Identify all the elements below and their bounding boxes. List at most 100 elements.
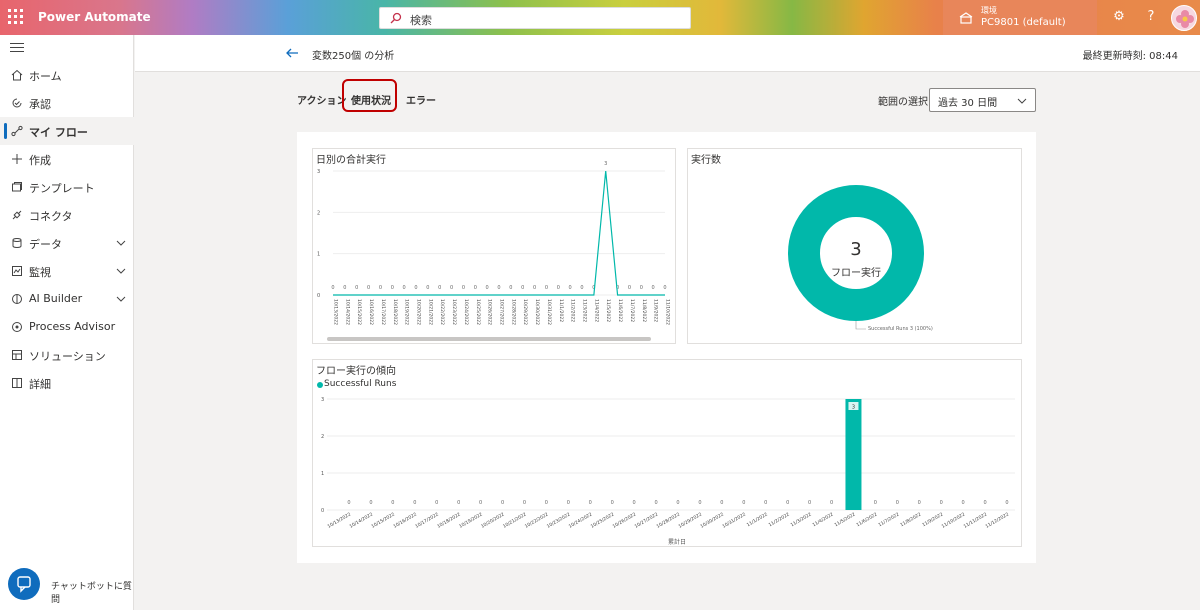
hamburger-menu-icon[interactable]: [10, 43, 24, 53]
x-tick-label: 10/24/2022: [568, 511, 594, 529]
bar-data-label: 0: [545, 500, 548, 506]
search-input[interactable]: 検索: [410, 12, 432, 28]
bar-data-label: 0: [918, 500, 921, 506]
x-tick-label: 11/8/2022: [641, 299, 647, 322]
chatbot-icon: [17, 576, 31, 593]
bar-data-label: 0: [435, 500, 438, 506]
bar-data-label: 0: [808, 500, 811, 506]
sidebar-item-solutions[interactable]: ソリューション: [0, 341, 134, 369]
sidebar: ホーム 承認 マイ フロー 作成 テンプレート コネクタ データ 監視 AI B…: [0, 35, 134, 610]
bar-data-label: 0: [589, 500, 592, 506]
donut-legend-label: Successful Runs 3 (100%): [868, 326, 933, 332]
x-tick-label: 11/10/2022: [941, 511, 967, 529]
bar-data-label: 0: [742, 500, 745, 506]
chatbot-label[interactable]: チャットボットに質問: [51, 579, 133, 605]
y-tick-label: 0: [317, 293, 320, 299]
sidebar-item-create[interactable]: 作成: [0, 145, 134, 173]
data-label: 0: [628, 285, 631, 291]
environment-icon: [959, 12, 973, 24]
bar-data-label: 0: [523, 500, 526, 506]
range-select[interactable]: 過去 30 日間: [929, 88, 1036, 112]
bar-data-label: 3: [852, 405, 855, 411]
tab-actions[interactable]: アクション: [297, 92, 347, 107]
app-launcher-icon[interactable]: [8, 9, 24, 25]
search-box[interactable]: 検索: [379, 7, 691, 29]
daily-runs-card: 日別の合計実行 0 1 2 3 0 10/13/2022 0 10/14/2022 0 10/15…: [312, 148, 676, 344]
settings-gear-icon[interactable]: ⚙: [1111, 9, 1127, 25]
environment-picker[interactable]: 環境 PC9801 (default): [943, 0, 1097, 35]
x-tick-label: 11/5/2022: [833, 511, 856, 528]
x-tick-label: 10/23/2022: [451, 299, 457, 325]
x-tick-label: 10/30/2022: [699, 511, 725, 529]
x-tick-label: 10/13/2022: [327, 511, 353, 529]
y-tick-label: 1: [321, 471, 324, 477]
x-tick-label: 10/22/2022: [439, 299, 445, 325]
sidebar-item-monitor[interactable]: 監視: [0, 257, 134, 285]
data-icon: [12, 238, 22, 248]
data-label: 3: [604, 161, 607, 167]
x-tick-label: 10/31/2022: [546, 299, 552, 325]
data-label: 0: [545, 285, 548, 291]
data-label: 0: [509, 285, 512, 291]
x-tick-label: 11/12/2022: [985, 511, 1011, 529]
plus-icon: [12, 154, 22, 164]
data-label: 0: [533, 285, 536, 291]
chevron-down-icon[interactable]: [116, 238, 126, 248]
bar-data-label: 0: [676, 500, 679, 506]
sidebar-item-home[interactable]: ホーム: [0, 61, 134, 89]
x-tick-label: 10/21/2022: [502, 511, 528, 529]
x-tick-label: 10/24/2022: [463, 299, 469, 325]
x-tick-label: 11/1/2022: [746, 511, 769, 528]
data-label: 0: [414, 285, 417, 291]
x-tick-label: 11/1/2022: [558, 299, 564, 322]
sidebar-item-data[interactable]: データ: [0, 229, 134, 257]
run-count-value: 3: [850, 239, 862, 260]
x-tick-label: 10/26/2022: [487, 299, 493, 325]
data-label: 0: [663, 285, 666, 291]
y-tick-label: 3: [321, 397, 324, 403]
data-label: 0: [403, 285, 406, 291]
bar-data-label: 0: [962, 500, 965, 506]
x-tick-label: 11/2/2022: [768, 511, 791, 528]
data-label: 0: [331, 285, 334, 291]
sidebar-item-label: Process Advisor: [29, 320, 116, 333]
chevron-down-icon[interactable]: [116, 266, 126, 276]
y-tick-label: 2: [321, 434, 324, 440]
x-tick-label: 10/19/2022: [404, 299, 410, 325]
help-icon[interactable]: ?: [1143, 9, 1159, 25]
x-tick-label: 10/17/2022: [414, 511, 440, 529]
sidebar-item-my-flows[interactable]: マイ フロー: [0, 117, 134, 145]
bar-data-label: 0: [501, 500, 504, 506]
sidebar-item-approvals[interactable]: 承認: [0, 89, 134, 117]
trend-x-axis-label: 累計日: [668, 539, 687, 546]
bar-data-label: 0: [786, 500, 789, 506]
x-tick-label: 11/11/2022: [963, 511, 989, 529]
bar: [845, 399, 862, 510]
chatbot-button[interactable]: [8, 568, 40, 600]
sidebar-item-label: テンプレート: [29, 182, 95, 195]
bar-data-label: 0: [391, 500, 394, 506]
back-arrow-icon[interactable]: [285, 46, 299, 60]
process-advisor-icon: [12, 322, 22, 332]
x-tick-label: 10/15/2022: [356, 299, 362, 325]
x-tick-label: 11/7/2022: [877, 511, 900, 528]
last-updated: 最終更新時刻: 08:44: [1082, 51, 1178, 62]
x-tick-label: 11/6/2022: [617, 299, 623, 322]
ai-builder-icon: [12, 294, 22, 304]
sidebar-item-label: 承認: [29, 98, 51, 111]
sidebar-item-connectors[interactable]: コネクタ: [0, 201, 134, 229]
app-name[interactable]: Power Automate: [38, 10, 151, 24]
bar-data-label: 0: [347, 500, 350, 506]
sidebar-item-learn[interactable]: 詳細: [0, 369, 134, 397]
tab-errors[interactable]: エラー: [406, 92, 436, 107]
x-tick-label: 10/16/2022: [368, 299, 374, 325]
bar-data-label: 0: [654, 500, 657, 506]
x-tick-label: 11/2/2022: [570, 299, 576, 322]
sidebar-item-templates[interactable]: テンプレート: [0, 173, 134, 201]
avatar[interactable]: [1171, 5, 1197, 31]
sidebar-item-ai-builder[interactable]: AI Builder: [0, 285, 134, 313]
sidebar-item-process-advisor[interactable]: Process Advisor: [0, 313, 134, 341]
x-tick-label: 11/3/2022: [582, 299, 588, 322]
chevron-down-icon[interactable]: [116, 294, 126, 304]
x-tick-label: 10/28/2022: [656, 511, 682, 529]
